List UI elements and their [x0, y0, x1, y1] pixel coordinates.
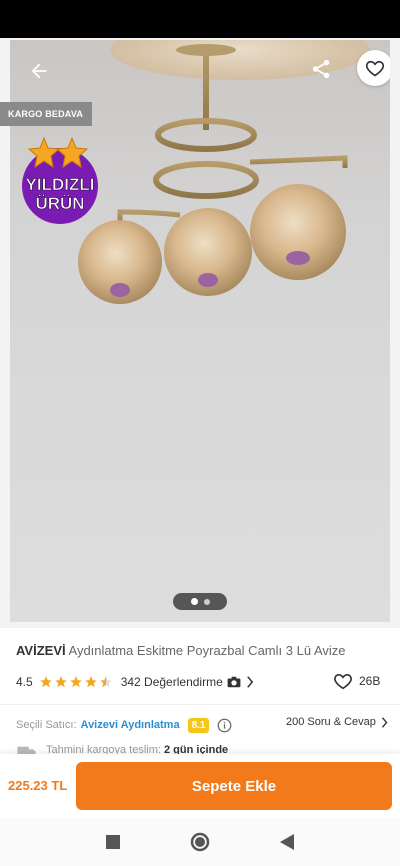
reviews-link[interactable]: 342 Değerlendirme [121, 675, 255, 689]
product-brand[interactable]: AVİZEVİ [16, 643, 66, 658]
chevron-right-icon [381, 716, 388, 728]
star-icon [69, 676, 82, 688]
status-bar [0, 0, 400, 38]
share-icon [312, 59, 330, 79]
heart-icon [334, 674, 352, 690]
favorite-button[interactable] [357, 50, 390, 86]
star-icon [39, 676, 52, 688]
reviews-count: 342 Değerlendirme [120, 675, 223, 689]
star-half-icon [99, 676, 112, 688]
rating-value: 4.5 [16, 675, 33, 689]
system-nav-bar [0, 818, 400, 866]
back-button[interactable] [24, 56, 54, 86]
carousel-dot [203, 598, 210, 605]
likes-count[interactable]: 26B [333, 672, 380, 690]
product-name: Aydınlatma Eskitme Poyrazbal Camlı 3 Lü … [68, 643, 346, 658]
seller-score-badge: 8.1 [187, 717, 210, 733]
heart-icon [365, 60, 385, 77]
carousel-indicator[interactable] [173, 593, 227, 610]
carousel-dot-active [190, 598, 198, 605]
share-button[interactable] [306, 54, 336, 84]
chevron-right-icon [246, 676, 253, 688]
questions-answers-link[interactable]: 200 Soru & Cevap [286, 716, 389, 728]
seller-name-link[interactable]: Avizevi Aydınlatma [81, 719, 180, 731]
info-icon[interactable] [217, 718, 232, 733]
nav-square-icon[interactable] [106, 835, 120, 849]
qa-label: 200 Soru & Cevap [286, 716, 376, 728]
add-to-cart-button[interactable]: Sepete Ekle [76, 762, 392, 810]
product-price: 225.23 TL [8, 778, 68, 793]
bottom-action-bar: 225.23 TL Sepete Ekle [0, 754, 400, 818]
nav-circle-icon[interactable] [190, 832, 210, 852]
likes-value: 26B [359, 674, 381, 688]
back-arrow-icon [31, 63, 47, 79]
product-title: AVİZEVİ Aydınlatma Eskitme Poyrazbal Cam… [16, 643, 386, 658]
product-image-carousel[interactable]: KARGO BEDAVA YILDIZLI ÜRÜN [0, 38, 400, 628]
star-icon [84, 676, 97, 688]
starred-product-badge: YILDIZLI ÜRÜN [12, 134, 108, 230]
product-image [10, 40, 390, 622]
free-shipping-badge: KARGO BEDAVA [0, 102, 92, 126]
rating-stars [39, 675, 113, 689]
badge-line-2: ÜRÜN [35, 194, 84, 213]
divider [0, 704, 400, 705]
rating-row[interactable]: 4.5 342 Değerlendirme [16, 672, 386, 692]
nav-triangle-icon[interactable] [280, 834, 294, 850]
camera-icon [227, 676, 241, 688]
star-icon [54, 676, 67, 688]
badge-line-1: YILDIZLI [26, 175, 95, 194]
seller-label: Seçili Satıcı: [16, 719, 77, 731]
